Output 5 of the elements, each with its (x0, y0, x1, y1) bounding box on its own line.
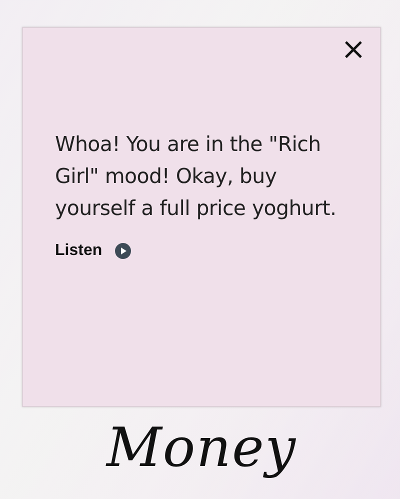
close-button[interactable]: × (338, 36, 368, 64)
message-text: Whoa! You are in the "Rich Girl" mood! Okay, buy yourself a full price yoghurt. (55, 131, 338, 222)
listen-button[interactable]: Listen (55, 242, 132, 260)
caption-text: Money (106, 415, 297, 481)
play-icon (115, 243, 132, 259)
